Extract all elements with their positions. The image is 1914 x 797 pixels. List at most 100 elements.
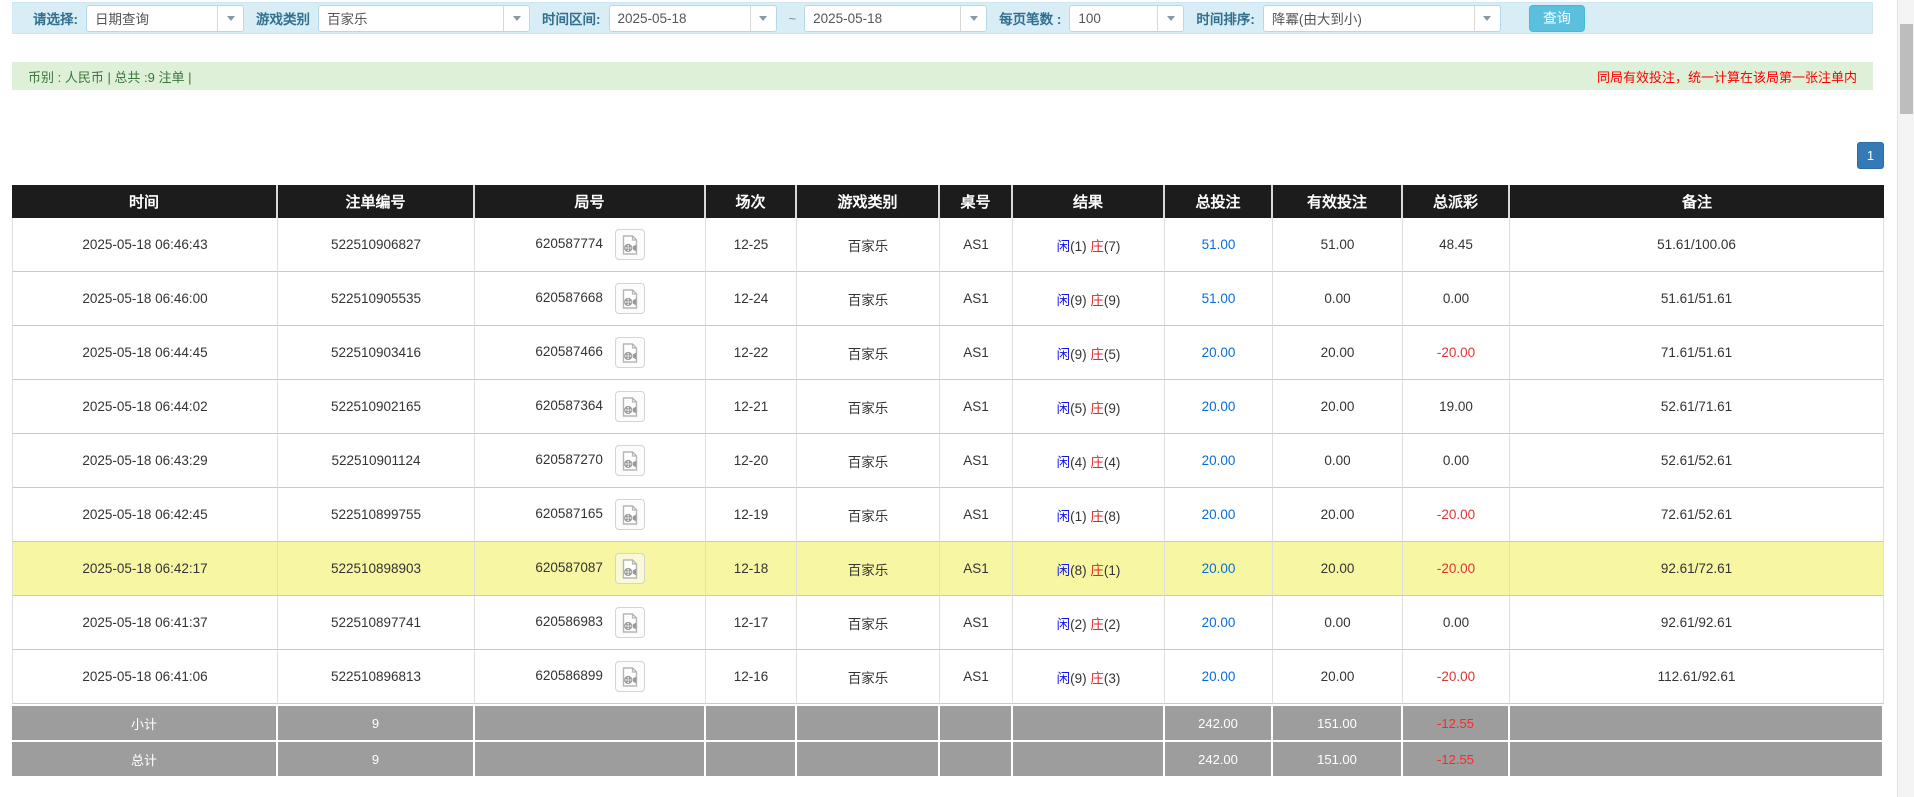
- session-cell: 12-16: [706, 650, 797, 704]
- table-row[interactable]: 2025-05-18 06:42:45522510899755620587165…: [12, 488, 1884, 542]
- total-bet-link[interactable]: 20.00: [1202, 453, 1236, 468]
- payout-cell: 0.00: [1403, 434, 1510, 488]
- time-sort-value: 降冪(由大到小): [1264, 8, 1474, 28]
- footer-label: 小计: [12, 704, 278, 740]
- date-to-select[interactable]: 2025-05-18: [804, 5, 987, 32]
- search-button[interactable]: 查询: [1529, 5, 1585, 32]
- video-replay-button[interactable]: [615, 661, 645, 692]
- total-bet-link[interactable]: 20.00: [1202, 561, 1236, 576]
- time-cell: 2025-05-18 06:46:43: [12, 218, 278, 272]
- banker-label: 庄: [1090, 347, 1104, 362]
- video-replay-button[interactable]: [615, 283, 645, 314]
- total-bet-link[interactable]: 20.00: [1202, 615, 1236, 630]
- table-no-cell: AS1: [940, 542, 1013, 596]
- table-row[interactable]: 2025-05-18 06:44:02522510902165620587364…: [12, 380, 1884, 434]
- video-file-icon: [621, 289, 639, 309]
- total-bet-cell: 20.00: [1165, 650, 1273, 704]
- total-bet-link[interactable]: 20.00: [1202, 507, 1236, 522]
- video-replay-button[interactable]: [615, 445, 645, 476]
- round-id-text: 620587364: [535, 398, 603, 413]
- result-cell: 闲(5) 庄(9): [1013, 380, 1165, 434]
- game-type-cell: 百家乐: [797, 650, 940, 704]
- video-replay-button[interactable]: [615, 499, 645, 530]
- query-type-value: 日期查询: [87, 8, 217, 28]
- bet-id-cell: 522510901124: [278, 434, 475, 488]
- session-cell: 12-24: [706, 272, 797, 326]
- footer-payout: -12.55: [1403, 740, 1510, 776]
- remark-cell: 71.61/51.61: [1510, 326, 1884, 380]
- payout-cell: 19.00: [1403, 380, 1510, 434]
- game-type-select[interactable]: 百家乐: [318, 5, 530, 32]
- chevron-down-icon: [960, 6, 986, 31]
- column-header: 游戏类别: [797, 185, 940, 218]
- player-score: (4): [1070, 455, 1087, 470]
- player-label: 闲: [1057, 455, 1071, 470]
- video-file-icon: [621, 613, 639, 633]
- round-id-text: 620587466: [535, 344, 603, 359]
- round-id-cell: 620587466: [475, 326, 706, 380]
- table-row[interactable]: 2025-05-18 06:46:43522510906827620587774…: [12, 218, 1884, 272]
- time-cell: 2025-05-18 06:46:00: [12, 272, 278, 326]
- date-from-select[interactable]: 2025-05-18: [609, 5, 777, 32]
- date-to-value: 2025-05-18: [805, 11, 960, 26]
- table-row[interactable]: 2025-05-18 06:46:00522510905535620587668…: [12, 272, 1884, 326]
- scrollbar-thumb[interactable]: [1900, 24, 1913, 114]
- chevron-down-icon: [750, 6, 776, 31]
- video-replay-button[interactable]: [615, 607, 645, 638]
- total-bet-cell: 20.00: [1165, 434, 1273, 488]
- result-cell: 闲(2) 庄(2): [1013, 596, 1165, 650]
- total-bet-link[interactable]: 20.00: [1202, 399, 1236, 414]
- payout-cell: 0.00: [1403, 596, 1510, 650]
- total-bet-link[interactable]: 51.00: [1202, 291, 1236, 306]
- page-size-value: 100: [1070, 11, 1157, 26]
- table-row[interactable]: 2025-05-18 06:41:06522510896813620586899…: [12, 650, 1884, 704]
- table-row[interactable]: 2025-05-18 06:44:45522510903416620587466…: [12, 326, 1884, 380]
- total-bet-link[interactable]: 20.00: [1202, 345, 1236, 360]
- valid-bet-cell: 20.00: [1273, 380, 1403, 434]
- column-header: 结果: [1013, 185, 1165, 218]
- footer-total-bet: 242.00: [1165, 740, 1273, 776]
- banker-score: (4): [1104, 455, 1121, 470]
- footer-payout: -12.55: [1403, 704, 1510, 740]
- page-size-select[interactable]: 100: [1069, 5, 1184, 32]
- video-replay-button[interactable]: [615, 391, 645, 422]
- date-range-separator: ~: [789, 11, 797, 26]
- chevron-down-icon: [1157, 6, 1183, 31]
- banker-score: (2): [1104, 617, 1121, 632]
- time-sort-select[interactable]: 降冪(由大到小): [1263, 5, 1501, 32]
- player-score: (1): [1070, 239, 1087, 254]
- table-row[interactable]: 2025-05-18 06:42:17522510898903620587087…: [12, 542, 1884, 596]
- video-file-icon: [621, 343, 639, 363]
- footer-valid-bet: 151.00: [1273, 740, 1403, 776]
- footer-empty-cell: [797, 704, 940, 740]
- total-bet-cell: 51.00: [1165, 218, 1273, 272]
- game-type-cell: 百家乐: [797, 218, 940, 272]
- video-file-icon: [621, 505, 639, 525]
- query-type-select[interactable]: 日期查询: [86, 5, 244, 32]
- game-type-cell: 百家乐: [797, 326, 940, 380]
- video-replay-button[interactable]: [615, 337, 645, 368]
- payout-cell: -20.00: [1403, 542, 1510, 596]
- banker-label: 庄: [1090, 455, 1104, 470]
- player-score: (8): [1070, 563, 1087, 578]
- video-replay-button[interactable]: [615, 229, 645, 260]
- time-cell: 2025-05-18 06:43:29: [12, 434, 278, 488]
- total-bet-cell: 20.00: [1165, 596, 1273, 650]
- table-no-cell: AS1: [940, 596, 1013, 650]
- result-cell: 闲(8) 庄(1): [1013, 542, 1165, 596]
- vertical-scrollbar[interactable]: [1897, 0, 1914, 797]
- table-row[interactable]: 2025-05-18 06:43:29522510901124620587270…: [12, 434, 1884, 488]
- total-bet-link[interactable]: 51.00: [1202, 237, 1236, 252]
- session-cell: 12-20: [706, 434, 797, 488]
- total-bet-link[interactable]: 20.00: [1202, 669, 1236, 684]
- table-row[interactable]: 2025-05-18 06:41:37522510897741620586983…: [12, 596, 1884, 650]
- round-id-text: 620587774: [535, 236, 603, 251]
- footer-count: 9: [278, 704, 475, 740]
- round-id-cell: 620587774: [475, 218, 706, 272]
- banker-label: 庄: [1090, 293, 1104, 308]
- valid-bet-cell: 20.00: [1273, 488, 1403, 542]
- video-replay-button[interactable]: [615, 553, 645, 584]
- game-type-cell: 百家乐: [797, 542, 940, 596]
- pagination-page-1[interactable]: 1: [1857, 142, 1884, 169]
- time-cell: 2025-05-18 06:41:37: [12, 596, 278, 650]
